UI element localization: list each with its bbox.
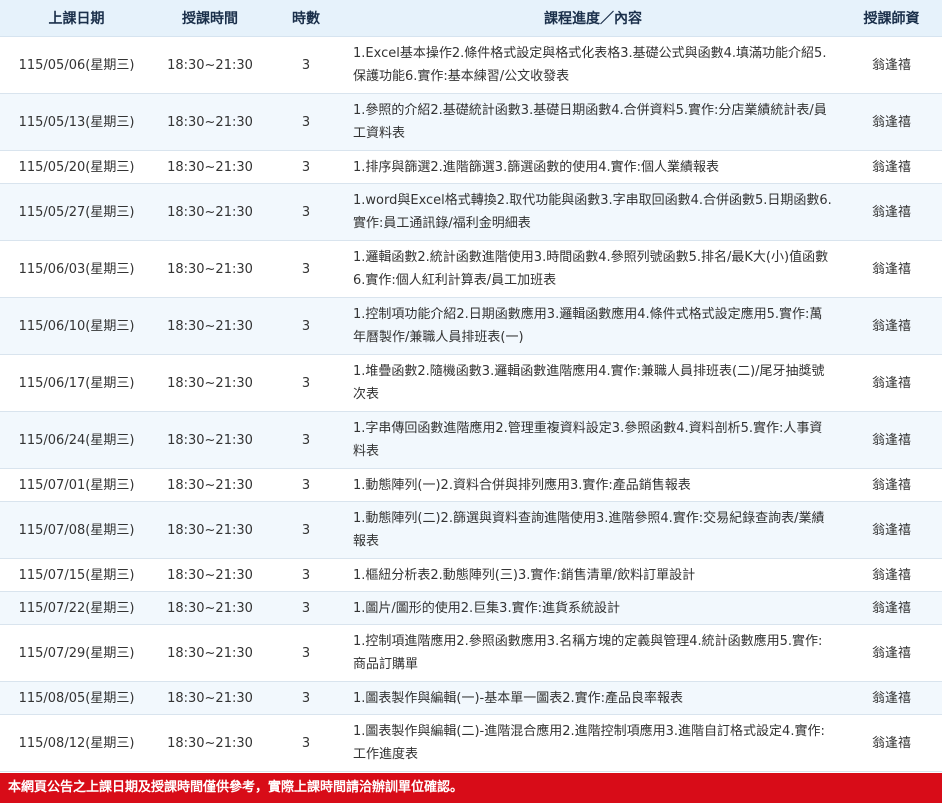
cell-teacher: 翁逢禧 — [841, 36, 942, 94]
cell-teacher: 翁逢禧 — [841, 714, 942, 772]
cell-time: 18:30~21:30 — [153, 411, 267, 469]
cell-content: 1.動態陣列(二)2.篩選與資料查詢進階使用3.進階參照4.實作:交易紀錄查詢表… — [345, 501, 841, 559]
cell-date: 115/07/29(星期三) — [0, 624, 153, 682]
cell-time: 18:30~21:30 — [153, 354, 267, 412]
cell-content: 1.圖表製作與編輯(一)-基本單一圖表2.實作:產品良率報表 — [345, 681, 841, 715]
table-row: 115/08/12(星期三) 18:30~21:30 3 1.圖表製作與編輯(二… — [0, 714, 942, 772]
cell-hours: 3 — [267, 501, 345, 559]
cell-time: 18:30~21:30 — [153, 558, 267, 592]
table-row: 115/05/27(星期三) 18:30~21:30 3 1.word與Exce… — [0, 183, 942, 241]
cell-date: 115/05/13(星期三) — [0, 93, 153, 151]
cell-date: 115/05/20(星期三) — [0, 150, 153, 184]
cell-teacher: 翁逢禧 — [841, 501, 942, 559]
table-row: 115/06/10(星期三) 18:30~21:30 3 1.控制項功能介紹2.… — [0, 297, 942, 355]
table-row: 115/06/24(星期三) 18:30~21:30 3 1.字串傳回函數進階應… — [0, 411, 942, 469]
cell-teacher: 翁逢禧 — [841, 681, 942, 715]
cell-content: 1.邏輯函數2.統計函數進階使用3.時間函數4.參照列號函數5.排名/最K大(小… — [345, 240, 841, 298]
cell-teacher: 翁逢禧 — [841, 558, 942, 592]
cell-hours: 3 — [267, 297, 345, 355]
cell-content: 1.圖表製作與編輯(二)-進階混合應用2.進階控制項應用3.進階自訂格式設定4.… — [345, 714, 841, 772]
cell-hours: 3 — [267, 714, 345, 772]
cell-hours: 3 — [267, 591, 345, 625]
cell-time: 18:30~21:30 — [153, 150, 267, 184]
cell-time: 18:30~21:30 — [153, 591, 267, 625]
cell-content: 1.排序與篩選2.進階篩選3.篩選函數的使用4.實作:個人業績報表 — [345, 150, 841, 184]
cell-date: 115/06/03(星期三) — [0, 240, 153, 298]
cell-time: 18:30~21:30 — [153, 36, 267, 94]
cell-teacher: 翁逢禧 — [841, 150, 942, 184]
cell-teacher: 翁逢禧 — [841, 297, 942, 355]
cell-content: 1.堆疊函數2.隨機函數3.邏輯函數進階應用4.實作:兼職人員排班表(二)/尾牙… — [345, 354, 841, 412]
header-teacher: 授課師資 — [841, 0, 942, 37]
table-row: 115/06/03(星期三) 18:30~21:30 3 1.邏輯函數2.統計函… — [0, 240, 942, 298]
cell-hours: 3 — [267, 681, 345, 715]
cell-teacher: 翁逢禧 — [841, 411, 942, 469]
cell-hours: 3 — [267, 240, 345, 298]
table-row: 115/06/17(星期三) 18:30~21:30 3 1.堆疊函數2.隨機函… — [0, 354, 942, 412]
cell-date: 115/06/24(星期三) — [0, 411, 153, 469]
cell-hours: 3 — [267, 468, 345, 502]
table-row: 115/05/20(星期三) 18:30~21:30 3 1.排序與篩選2.進階… — [0, 150, 942, 184]
cell-content: 1.控制項功能介紹2.日期函數應用3.邏輯函數應用4.條件式格式設定應用5.實作… — [345, 297, 841, 355]
cell-date: 115/08/12(星期三) — [0, 714, 153, 772]
cell-hours: 3 — [267, 183, 345, 241]
cell-content: 1.Excel基本操作2.條件格式設定與格式化表格3.基礎公式與函數4.填滿功能… — [345, 36, 841, 94]
schedule-table: 上課日期 授課時間 時數 課程進度／內容 授課師資 115/05/06(星期三)… — [0, 0, 942, 772]
cell-date: 115/06/10(星期三) — [0, 297, 153, 355]
cell-time: 18:30~21:30 — [153, 624, 267, 682]
cell-date: 115/08/05(星期三) — [0, 681, 153, 715]
table-row: 115/07/29(星期三) 18:30~21:30 3 1.控制項進階應用2.… — [0, 624, 942, 682]
cell-date: 115/07/01(星期三) — [0, 468, 153, 502]
cell-hours: 3 — [267, 411, 345, 469]
header-content: 課程進度／內容 — [345, 0, 841, 37]
cell-time: 18:30~21:30 — [153, 240, 267, 298]
cell-teacher: 翁逢禧 — [841, 183, 942, 241]
course-schedule: 上課日期 授課時間 時數 課程進度／內容 授課師資 115/05/06(星期三)… — [0, 0, 942, 803]
table-row: 115/07/01(星期三) 18:30~21:30 3 1.動態陣列(一)2.… — [0, 468, 942, 502]
cell-content: 1.參照的介紹2.基礎統計函數3.基礎日期函數4.合併資料5.實作:分店業績統計… — [345, 93, 841, 151]
table-row: 115/07/15(星期三) 18:30~21:30 3 1.樞紐分析表2.動態… — [0, 558, 942, 592]
notice-banner: 本網頁公告之上課日期及授課時間僅供參考，實際上課時間請洽辦訓單位確認。 — [0, 773, 942, 803]
cell-time: 18:30~21:30 — [153, 297, 267, 355]
cell-hours: 3 — [267, 558, 345, 592]
cell-content: 1.動態陣列(一)2.資料合併與排列應用3.實作:產品銷售報表 — [345, 468, 841, 502]
cell-teacher: 翁逢禧 — [841, 93, 942, 151]
cell-date: 115/07/08(星期三) — [0, 501, 153, 559]
table-header-row: 上課日期 授課時間 時數 課程進度／內容 授課師資 — [0, 0, 942, 37]
cell-content: 1.控制項進階應用2.參照函數應用3.名稱方塊的定義與管理4.統計函數應用5.實… — [345, 624, 841, 682]
table-row: 115/07/08(星期三) 18:30~21:30 3 1.動態陣列(二)2.… — [0, 501, 942, 559]
cell-date: 115/07/15(星期三) — [0, 558, 153, 592]
cell-date: 115/07/22(星期三) — [0, 591, 153, 625]
cell-teacher: 翁逢禧 — [841, 591, 942, 625]
cell-teacher: 翁逢禧 — [841, 240, 942, 298]
cell-hours: 3 — [267, 36, 345, 94]
cell-time: 18:30~21:30 — [153, 681, 267, 715]
cell-date: 115/05/06(星期三) — [0, 36, 153, 94]
cell-content: 1.樞紐分析表2.動態陣列(三)3.實作:銷售清單/飲料訂單設計 — [345, 558, 841, 592]
cell-time: 18:30~21:30 — [153, 183, 267, 241]
cell-hours: 3 — [267, 624, 345, 682]
cell-hours: 3 — [267, 354, 345, 412]
table-row: 115/05/13(星期三) 18:30~21:30 3 1.參照的介紹2.基礎… — [0, 93, 942, 151]
cell-content: 1.圖片/圖形的使用2.巨集3.實作:進貨系統設計 — [345, 591, 841, 625]
cell-teacher: 翁逢禧 — [841, 624, 942, 682]
header-time: 授課時間 — [153, 0, 267, 37]
table-row: 115/05/06(星期三) 18:30~21:30 3 1.Excel基本操作… — [0, 36, 942, 94]
header-date: 上課日期 — [0, 0, 153, 37]
cell-time: 18:30~21:30 — [153, 714, 267, 772]
cell-date: 115/06/17(星期三) — [0, 354, 153, 412]
cell-content: 1.字串傳回函數進階應用2.管理重複資料設定3.參照函數4.資料剖析5.實作:人… — [345, 411, 841, 469]
cell-time: 18:30~21:30 — [153, 468, 267, 502]
cell-teacher: 翁逢禧 — [841, 468, 942, 502]
table-row: 115/08/05(星期三) 18:30~21:30 3 1.圖表製作與編輯(一… — [0, 681, 942, 715]
cell-time: 18:30~21:30 — [153, 93, 267, 151]
cell-hours: 3 — [267, 150, 345, 184]
cell-date: 115/05/27(星期三) — [0, 183, 153, 241]
header-hours: 時數 — [267, 0, 345, 37]
table-row: 115/07/22(星期三) 18:30~21:30 3 1.圖片/圖形的使用2… — [0, 591, 942, 625]
cell-content: 1.word與Excel格式轉換2.取代功能與函數3.字串取回函數4.合併函數5… — [345, 183, 841, 241]
cell-time: 18:30~21:30 — [153, 501, 267, 559]
cell-hours: 3 — [267, 93, 345, 151]
cell-teacher: 翁逢禧 — [841, 354, 942, 412]
